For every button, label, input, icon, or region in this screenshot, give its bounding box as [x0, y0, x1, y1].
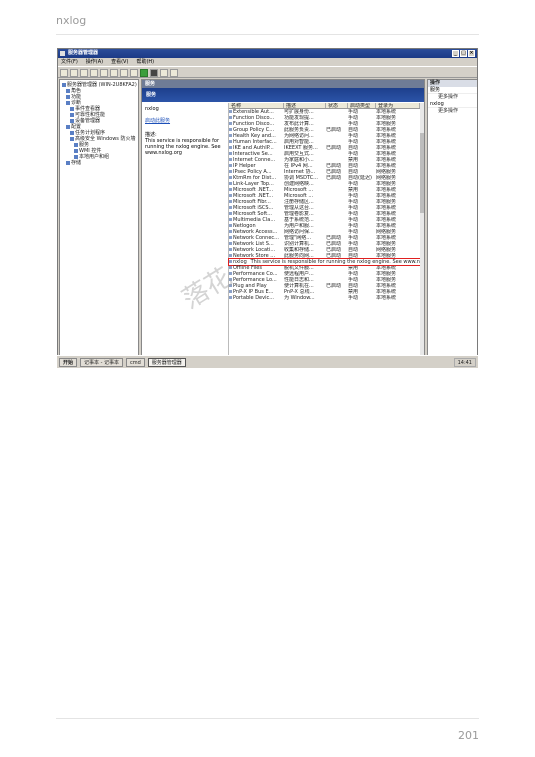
taskbar: 开始 记事本 - 记事本 cmd 服务器管理器 14:41: [57, 355, 478, 368]
folder-icon: [66, 100, 70, 105]
refresh-icon[interactable]: [100, 69, 108, 77]
services-pane-header: 服务: [142, 80, 424, 88]
device-icon: [70, 118, 74, 123]
wmi-icon: [74, 148, 78, 153]
up-icon[interactable]: [80, 69, 88, 77]
tree-node-storage[interactable]: 存储: [62, 160, 136, 166]
actions-group-services[interactable]: 服务: [428, 87, 477, 94]
event-viewer-icon: [70, 106, 74, 111]
page-number: 201: [458, 729, 479, 742]
scrollbar-thumb[interactable]: [420, 133, 424, 213]
folder-icon: [66, 94, 70, 99]
header-rule: [56, 34, 479, 35]
back-icon[interactable]: [60, 69, 68, 77]
gear-icon: [74, 142, 78, 147]
services-pane: 服务 服务 nxlog 启动此服务 描述: This service is re…: [141, 79, 425, 359]
console-tree: 服务器管理器 (WIN-2U8KFA2) 角色 功能 诊断 事件查看器 可靠性和…: [59, 79, 139, 359]
services-rows: Extensible Aut... 可扩展身份... 手动 本地系统 Function …: [228, 109, 424, 301]
toolbar: [58, 66, 477, 78]
footer-rule: [56, 718, 479, 719]
column-name[interactable]: 名称: [229, 103, 284, 108]
close-button[interactable]: ×: [468, 50, 475, 57]
actions-group-nxlog[interactable]: nxlog: [428, 101, 477, 108]
taskbar-item-notepad[interactable]: 记事本 - 记事本: [80, 358, 123, 367]
service-description: 为 Window...: [284, 295, 315, 301]
start-service-icon[interactable]: [140, 69, 148, 77]
restart-service-icon[interactable]: [170, 69, 178, 77]
menu-view[interactable]: 查看(V): [111, 58, 128, 66]
service-row[interactable]: Portable Devic... 为 Window... 手动 本地系统: [229, 295, 423, 301]
menu-help[interactable]: 帮助(H): [136, 58, 154, 66]
column-startup-type[interactable]: 启动类型: [348, 103, 376, 108]
window-title: 服务器管理器: [68, 50, 99, 56]
selected-service-name: nxlog: [145, 106, 159, 112]
start-button[interactable]: 开始: [59, 358, 78, 367]
minimize-button[interactable]: _: [452, 50, 459, 57]
stop-service-icon[interactable]: [150, 69, 158, 77]
app-icon: [60, 51, 65, 56]
column-logon-as[interactable]: 登录为: [376, 103, 420, 108]
actions-title: 操作: [428, 80, 477, 87]
users-icon: [74, 154, 78, 159]
screenshot-window: 服务器管理器 _ □ × 文件(F) 操作(A) 查看(V) 帮助(H) 服务器…: [57, 48, 478, 368]
taskbar-item-server-manager[interactable]: 服务器管理器: [147, 358, 186, 367]
folder-icon: [66, 88, 70, 93]
service-description: nxlog 启动此服务 描述: This service is responsi…: [145, 106, 225, 156]
show-tree-icon[interactable]: [90, 69, 98, 77]
clock-icon: [70, 130, 74, 135]
window-titlebar: 服务器管理器 _ □ ×: [58, 49, 477, 58]
description-text: This service is responsible for running …: [145, 138, 221, 156]
maximize-button[interactable]: □: [460, 50, 467, 57]
services-list: 名称 描述 状态 启动类型 登录为 Extensible Aut... 可扩展身份…: [228, 103, 424, 358]
folder-icon: [66, 124, 70, 129]
menu-action[interactable]: 操作(A): [86, 58, 103, 66]
column-description[interactable]: 描述: [284, 103, 326, 108]
firewall-icon: [70, 136, 74, 141]
performance-icon: [70, 112, 74, 117]
help-icon[interactable]: [120, 69, 128, 77]
menu-file[interactable]: 文件(F): [61, 58, 78, 66]
actions-pane: 操作 服务 更多操作 nxlog 更多操作: [427, 79, 477, 359]
column-status[interactable]: 状态: [326, 103, 348, 108]
pause-service-icon[interactable]: [160, 69, 168, 77]
system-clock: 14:41: [453, 358, 476, 367]
start-service-link[interactable]: 启动此服务: [145, 118, 225, 124]
properties-icon[interactable]: [130, 69, 138, 77]
vertical-scrollbar[interactable]: [420, 103, 424, 358]
service-status: [326, 295, 348, 301]
storage-icon: [66, 160, 70, 165]
forward-icon[interactable]: [70, 69, 78, 77]
service-logon-as: 本地系统: [376, 295, 397, 301]
server-icon: [62, 82, 66, 87]
menu-bar: 文件(F) 操作(A) 查看(V) 帮助(H): [58, 58, 477, 66]
more-actions-nxlog[interactable]: 更多操作: [428, 108, 477, 115]
taskbar-item-cmd[interactable]: cmd: [126, 358, 145, 367]
services-band: 服务: [142, 88, 424, 102]
export-icon[interactable]: [110, 69, 118, 77]
service-name: Portable Devic...: [229, 295, 284, 301]
page-header: nxlog: [56, 14, 87, 27]
service-startup-type: 手动: [348, 295, 359, 301]
more-actions-services[interactable]: 更多操作: [428, 94, 477, 101]
